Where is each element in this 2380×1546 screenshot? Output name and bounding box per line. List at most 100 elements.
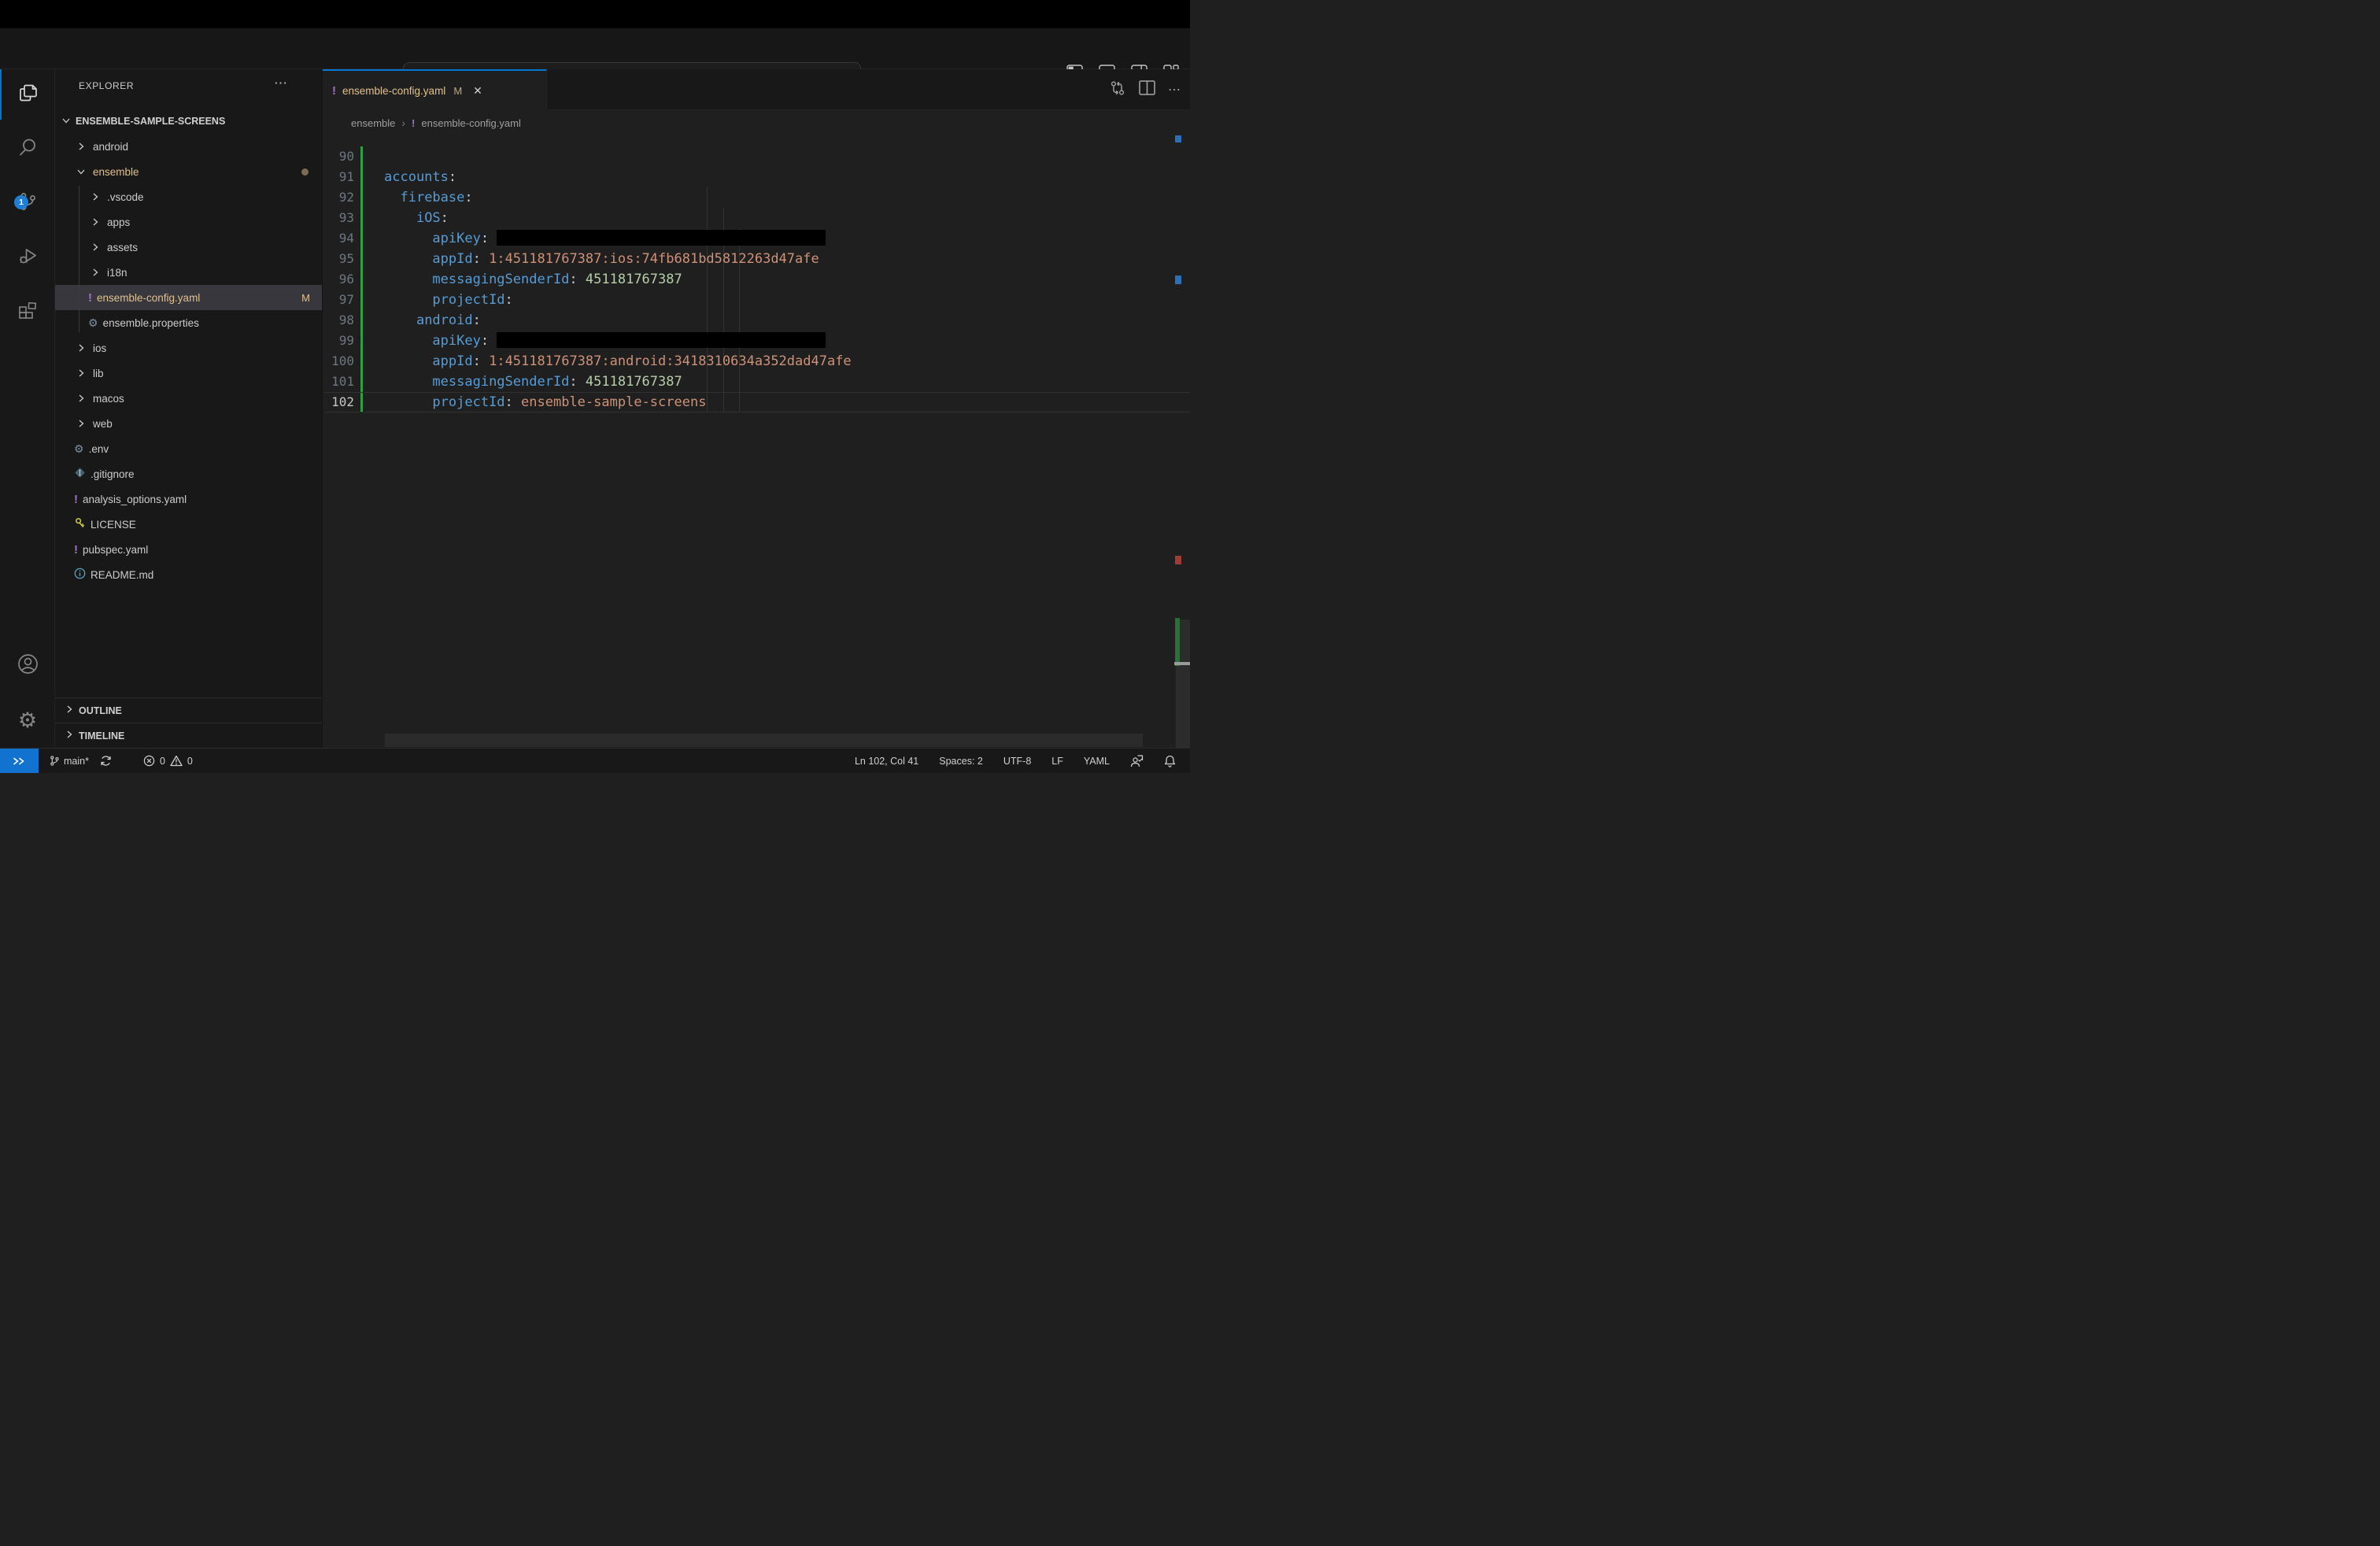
search-icon bbox=[17, 137, 38, 161]
tree-item-ios[interactable]: ios bbox=[55, 335, 322, 361]
line-number: 95 bbox=[338, 251, 354, 266]
code-editor[interactable]: 90 91 accounts: 92 firebase: 93 iOS: 94 apiKe… bbox=[323, 135, 1190, 748]
split-editor-icon[interactable] bbox=[1139, 80, 1155, 99]
notifications-bell-icon[interactable] bbox=[1164, 755, 1176, 767]
tree-item-pubspec.yaml[interactable]: ! pubspec.yaml bbox=[55, 537, 322, 562]
explorer-activity-button[interactable] bbox=[0, 69, 55, 120]
workspace-section-header[interactable]: ENSEMBLE-SAMPLE-SCREENS bbox=[55, 109, 322, 134]
tab-ensemble-config[interactable]: ! ensemble-config.yaml M ✕ bbox=[323, 69, 547, 110]
tree-item-macos[interactable]: macos bbox=[55, 386, 322, 411]
timeline-section-header[interactable]: TIMELINE bbox=[55, 723, 322, 748]
code-line-102[interactable]: 102 projectId: ensemble-sample-screens bbox=[323, 392, 1190, 412]
tree-item-analysis_options.yaml[interactable]: ! analysis_options.yaml bbox=[55, 486, 322, 512]
extensions-activity-button[interactable] bbox=[0, 287, 55, 337]
tree-item-apps[interactable]: apps bbox=[55, 209, 322, 235]
more-actions-icon[interactable]: ⋯ bbox=[1168, 82, 1182, 98]
tree-item-label: pubspec.yaml bbox=[83, 543, 149, 556]
chevron-right-icon: › bbox=[401, 117, 406, 129]
tree-item-i18n[interactable]: i18n bbox=[55, 260, 322, 285]
code-line-99[interactable]: 99 apiKey: bbox=[323, 331, 1190, 351]
chevron-right-icon bbox=[88, 192, 102, 202]
tree-item-lib[interactable]: lib bbox=[55, 361, 322, 386]
encoding-item[interactable]: UTF-8 bbox=[1003, 756, 1031, 767]
tree-item-label: analysis_options.yaml bbox=[83, 493, 187, 505]
tree-item-web[interactable]: web bbox=[55, 411, 322, 436]
overview-ruler-cursor bbox=[1174, 662, 1190, 665]
status-bar: main* 0 0 Ln 102, Col 41 Spaces: 2 UTF-8… bbox=[0, 748, 1190, 773]
code-line-101[interactable]: 101 messagingSenderId: 451181767387 bbox=[323, 372, 1190, 392]
scm-pending-badge: 1 bbox=[14, 194, 28, 209]
tree-item-ensemble.properties[interactable]: ⚙ ensemble.properties bbox=[55, 310, 322, 335]
modified-badge: M bbox=[301, 291, 310, 304]
chevron-right-icon bbox=[74, 394, 88, 403]
code-line-96[interactable]: 96 messagingSenderId: 451181767387 bbox=[323, 269, 1190, 290]
search-activity-button[interactable] bbox=[0, 124, 55, 174]
sync-status-item[interactable] bbox=[100, 755, 112, 767]
views-more-actions-icon[interactable]: ⋯ bbox=[274, 76, 289, 91]
tree-item-.env[interactable]: ⚙ .env bbox=[55, 436, 322, 461]
chevron-right-icon bbox=[88, 217, 102, 227]
open-changes-icon[interactable] bbox=[1109, 80, 1126, 101]
tree-item-label: ensemble bbox=[93, 165, 139, 178]
overview-ruler-mark bbox=[1175, 276, 1181, 284]
chevron-right-icon bbox=[65, 705, 74, 716]
line-number: 93 bbox=[338, 210, 354, 225]
outline-section-header[interactable]: OUTLINE bbox=[55, 697, 322, 723]
source-control-icon: 1 bbox=[14, 191, 38, 216]
line-number: 94 bbox=[338, 231, 354, 246]
code-line-97[interactable]: 97 projectId: bbox=[323, 290, 1190, 310]
tree-item-label: i18n bbox=[107, 266, 128, 279]
branch-status-item[interactable]: main* bbox=[49, 755, 89, 767]
tree-item-label: .gitignore bbox=[91, 468, 135, 480]
accounts-activity-button[interactable] bbox=[0, 641, 55, 691]
chevron-right-icon bbox=[74, 368, 88, 378]
tree-item-ensemble-config.yaml[interactable]: ! ensemble-config.yaml M bbox=[55, 285, 322, 310]
line-number: 91 bbox=[338, 169, 354, 184]
code-line-91[interactable]: 91 accounts: bbox=[323, 167, 1190, 187]
code-line-98[interactable]: 98 android: bbox=[323, 310, 1190, 331]
line-number: 101 bbox=[331, 374, 354, 389]
code-line-92[interactable]: 92 firebase: bbox=[323, 187, 1190, 208]
code-line-94[interactable]: 94 apiKey: bbox=[323, 228, 1190, 249]
chevron-right-icon bbox=[88, 268, 102, 277]
tree-item-assets[interactable]: assets bbox=[55, 235, 322, 260]
sync-icon bbox=[101, 756, 111, 766]
gear-icon: ⚙ bbox=[74, 442, 84, 455]
feedback-icon[interactable] bbox=[1130, 754, 1144, 767]
settings-activity-button[interactable]: ⚙ bbox=[0, 695, 55, 745]
indentation-item[interactable]: Spaces: 2 bbox=[939, 756, 983, 767]
horizontal-scrollbar[interactable] bbox=[385, 734, 1143, 747]
tree-item-label: ensemble-config.yaml bbox=[97, 291, 201, 304]
error-icon bbox=[143, 755, 155, 767]
cursor-position-item[interactable]: Ln 102, Col 41 bbox=[855, 756, 918, 767]
run-debug-activity-button[interactable] bbox=[0, 232, 55, 283]
close-icon[interactable]: ✕ bbox=[473, 84, 482, 98]
redacted-value bbox=[497, 229, 826, 246]
tree-item-label: assets bbox=[107, 241, 139, 253]
eol-item[interactable]: LF bbox=[1051, 756, 1063, 767]
account-icon bbox=[17, 653, 39, 679]
language-mode-item[interactable]: YAML bbox=[1084, 756, 1110, 767]
breadcrumb-folder[interactable]: ensemble bbox=[351, 117, 395, 129]
line-content: appId: 1:451181767387:android:3418310634… bbox=[432, 353, 852, 369]
tree-item-README.md[interactable]: README.md bbox=[55, 562, 322, 587]
breadcrumb-file[interactable]: ensemble-config.yaml bbox=[421, 117, 520, 129]
problems-status-item[interactable]: 0 0 bbox=[143, 755, 193, 767]
source-control-activity-button[interactable]: 1 bbox=[0, 178, 55, 228]
tree-item-ensemble[interactable]: ensemble bbox=[55, 159, 322, 184]
yaml-warning-icon: ! bbox=[74, 492, 78, 506]
code-line-90[interactable]: 90 bbox=[323, 146, 1190, 167]
title-bar: ensemble-sample-screens bbox=[0, 28, 1190, 91]
line-content: messagingSenderId: 451181767387 bbox=[432, 272, 682, 287]
redacted-value bbox=[497, 331, 826, 348]
code-line-100[interactable]: 100 appId: 1:451181767387:android:341831… bbox=[323, 351, 1190, 372]
line-number: 97 bbox=[338, 292, 354, 307]
tree-item-.gitignore[interactable]: .gitignore bbox=[55, 461, 322, 486]
line-content: iOS: bbox=[416, 210, 449, 226]
tree-item-LICENSE[interactable]: LICENSE bbox=[55, 512, 322, 537]
tree-item-android[interactable]: android bbox=[55, 134, 322, 159]
tree-item-.vscode[interactable]: .vscode bbox=[55, 184, 322, 209]
remote-indicator[interactable] bbox=[0, 748, 39, 773]
code-line-95[interactable]: 95 appId: 1:451181767387:ios:74fb681bd58… bbox=[323, 249, 1190, 269]
code-line-93[interactable]: 93 iOS: bbox=[323, 208, 1190, 228]
